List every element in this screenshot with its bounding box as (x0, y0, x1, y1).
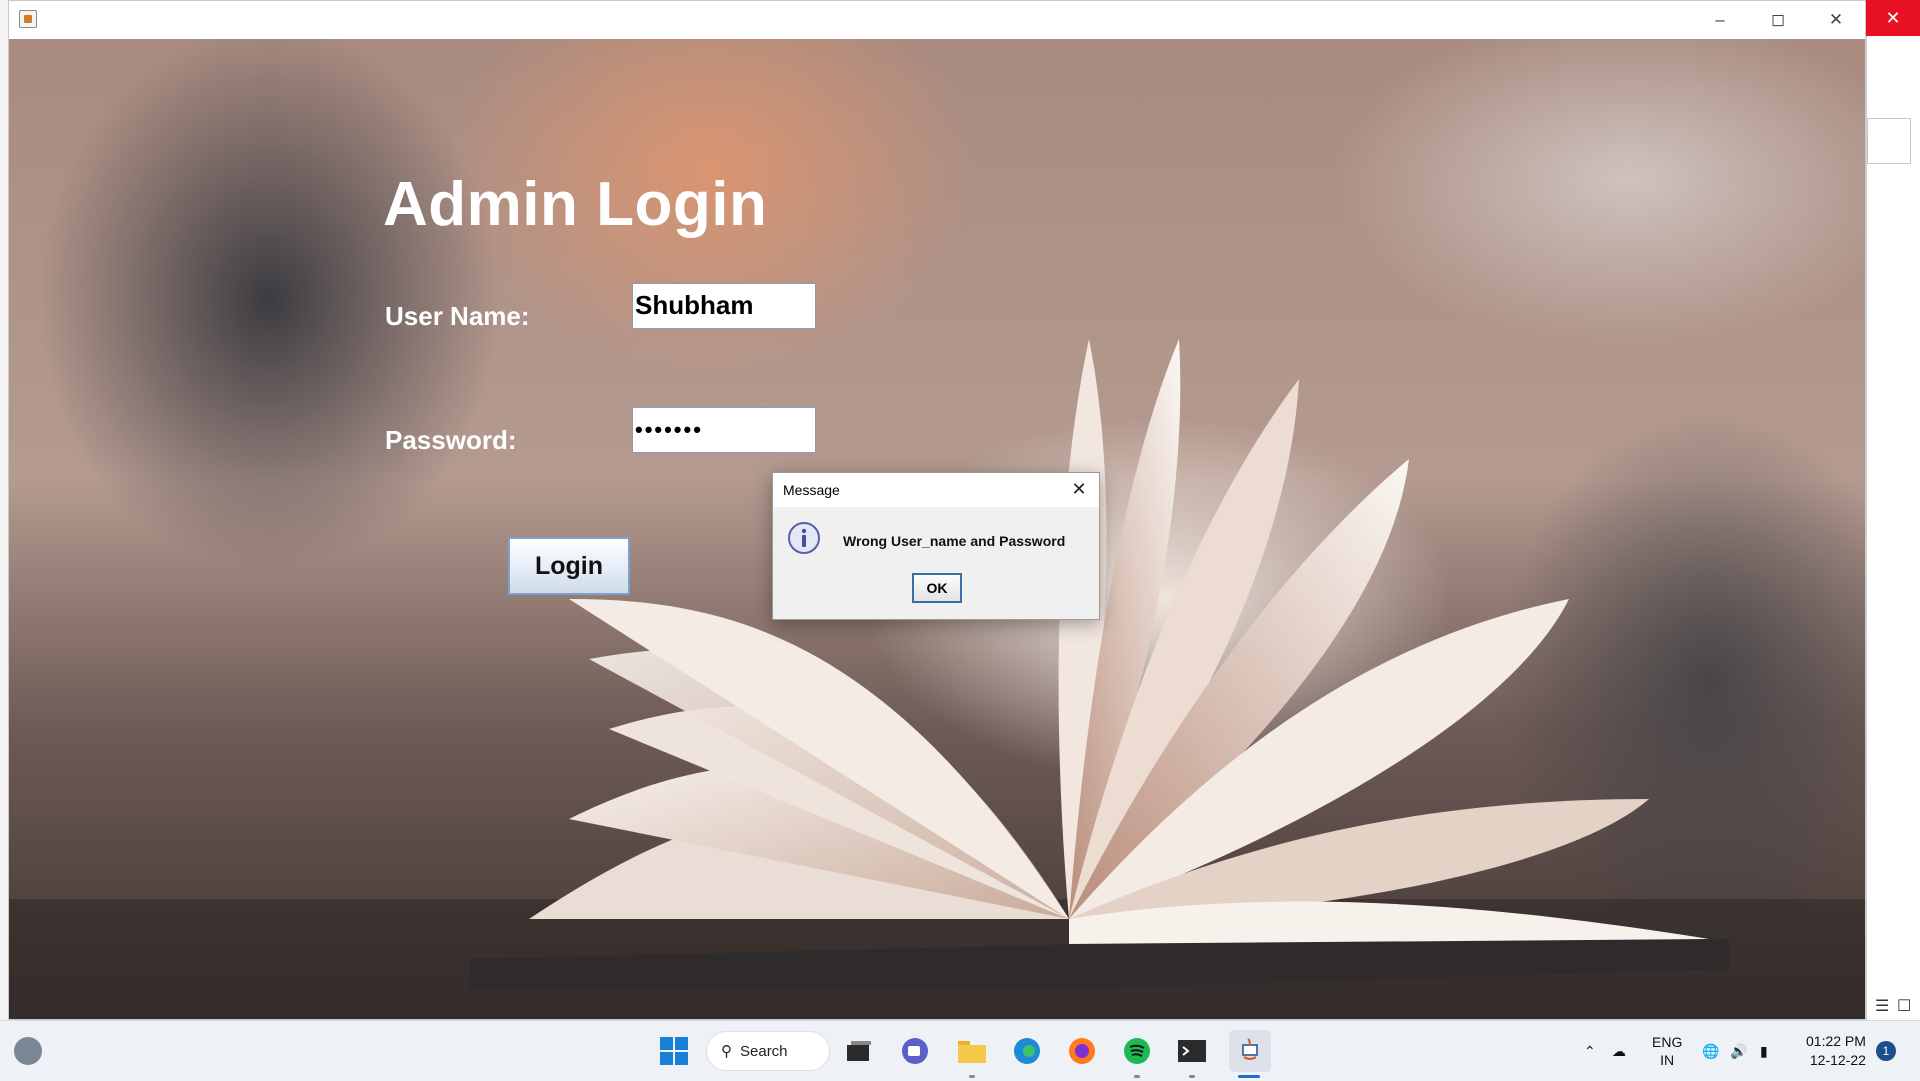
notification-count: 1 (1876, 1041, 1896, 1061)
dialog-titlebar: Message ✕ (773, 473, 1099, 507)
clock-time: 01:22 PM (1806, 1033, 1866, 1049)
minimize-icon[interactable]: – (1691, 1, 1749, 39)
file-explorer-icon[interactable] (954, 1033, 990, 1069)
message-dialog: Message ✕ Wrong User_name and Password O… (772, 472, 1100, 620)
java-app-icon (19, 10, 37, 28)
taskbar: ⚲ Search ⌃ ☁ ENG IN 🌐 🔊 ▮ 01:22 PM 12-12… (0, 1020, 1920, 1081)
username-label: User Name: (385, 301, 530, 331)
terminal-running-indicator (1189, 1075, 1195, 1078)
taskbar-search[interactable]: ⚲ Search (706, 1031, 830, 1071)
password-label: Password: (385, 425, 517, 455)
terminal-icon[interactable] (1174, 1033, 1210, 1069)
username-field[interactable]: Shubham (632, 283, 816, 329)
background-window: ☰ ☐ (1866, 0, 1920, 1020)
spotify-running-indicator (1134, 1075, 1140, 1078)
show-hidden-icons[interactable]: ⌃ (1584, 1021, 1596, 1081)
language-code: ENG (1652, 1034, 1683, 1050)
task-view-icon[interactable] (841, 1033, 877, 1069)
login-button[interactable]: Login (508, 537, 630, 595)
background-close-icon[interactable]: ✕ (1866, 0, 1920, 36)
info-icon (788, 522, 820, 554)
clock-date: 12-12-22 (1809, 1052, 1866, 1068)
search-icon: ⚲ (721, 1043, 732, 1060)
page-title: Admin Login (383, 170, 768, 239)
password-field[interactable]: ••••••• (632, 407, 816, 453)
dialog-close-icon[interactable]: ✕ (1067, 477, 1091, 501)
start-icon[interactable] (656, 1033, 692, 1069)
list-view-icon[interactable]: ☰ (1875, 996, 1889, 1016)
volume-icon[interactable]: 🔊 (1730, 1021, 1747, 1081)
search-label: Search (740, 1042, 788, 1060)
language-region: IN (1660, 1052, 1675, 1068)
weather-widget-icon[interactable] (14, 1037, 42, 1065)
maximize-icon[interactable]: ◻ (1749, 1, 1807, 39)
tile-view-icon[interactable]: ☐ (1897, 996, 1911, 1016)
dialog-title: Message (783, 482, 840, 498)
background-input-box[interactable] (1867, 118, 1911, 164)
notification-badge[interactable]: 1 (1876, 1021, 1896, 1081)
close-icon[interactable]: ✕ (1807, 1, 1865, 39)
battery-icon[interactable]: ▮ (1760, 1021, 1768, 1081)
explorer-running-indicator (969, 1075, 975, 1078)
teams-chat-icon[interactable] (897, 1033, 933, 1069)
spotify-icon[interactable] (1119, 1033, 1155, 1069)
ok-button[interactable]: OK (912, 573, 962, 603)
java-taskbar-icon[interactable] (1229, 1030, 1271, 1072)
clock[interactable]: 01:22 PM 12-12-22 (1806, 1021, 1866, 1081)
onedrive-icon[interactable]: ☁ (1612, 1021, 1626, 1081)
dialog-message: Wrong User_name and Password (843, 533, 1066, 549)
java-active-indicator (1238, 1075, 1260, 1078)
firefox-icon[interactable] (1064, 1033, 1100, 1069)
window-titlebar: – ◻ ✕ (9, 1, 1865, 39)
edge-icon[interactable] (1009, 1033, 1045, 1069)
language-indicator[interactable]: ENG IN (1652, 1021, 1682, 1081)
network-icon[interactable]: 🌐 (1702, 1021, 1719, 1081)
